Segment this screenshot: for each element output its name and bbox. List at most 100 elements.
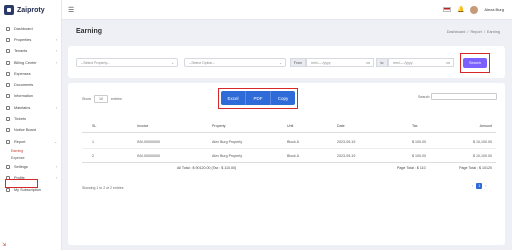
gear-icon [6,164,10,169]
search-button[interactable]: Search [463,58,487,68]
column-header-unit[interactable]: Unit [287,119,293,133]
cell-date: 2023-09-19 [337,154,356,158]
sidebar-item-label: Notice Board [14,128,36,133]
brand[interactable]: Zaiproty [0,0,61,20]
from-date-input[interactable]: mm/----/yyyy ▭ [306,58,374,67]
sidebar-item-label: Tickets [14,117,26,122]
chevron-down-icon: ⌄ [279,60,282,65]
page-total-amount: Page Total : $ 10120 [459,166,492,170]
billing-icon [6,60,10,65]
dashboard-icon [6,26,10,31]
entries-label: entries [111,97,122,101]
language-flag-icon[interactable] [442,7,451,12]
sidebar-item-report[interactable]: Report ⌄ [0,136,61,147]
calendar-icon[interactable]: ▭ [366,60,370,65]
notice-icon [6,128,10,133]
bell-icon[interactable]: 🔔 [457,6,464,13]
sidebar-item-label: Report [14,139,26,144]
sidebar-nav: Dashboard Properties › Tenants › Billing C… [0,20,61,195]
sidebar-item-information[interactable]: Information [0,91,61,102]
all-total: All Total : $ 90120.00 (Tax : $ 110.00) [177,166,237,170]
pagination-prev[interactable]: ‹ [472,184,473,188]
from-date-placeholder: mm/----/yyyy [311,60,331,65]
brand-name: Zaiproty [17,6,45,14]
cell-unit: Block A [287,140,299,144]
sidebar-item-documents[interactable]: Documents [0,79,61,90]
page-length-select[interactable]: 10 [94,95,108,103]
column-header-amount[interactable]: Amount [480,119,492,133]
column-header-sl[interactable]: SL [92,119,96,133]
sidebar-item-dashboard[interactable]: Dashboard [0,23,61,34]
sidebar-subitem-expense[interactable]: Expense [0,154,61,161]
sidebar-item-label: Documents [14,83,34,88]
pagination-next[interactable]: › [485,184,486,188]
user-name[interactable]: Alexa Burg [484,7,504,12]
sidebar-item-billing-center[interactable]: Billing Center › [0,57,61,68]
option-select-value: --Select Option-- [189,60,215,65]
pagination: ‹ 1 › [472,183,487,189]
sidebar-item-label: Properties [14,37,32,42]
info-icon [6,94,10,99]
sidebar-item-expenses[interactable]: Expenses [0,68,61,79]
sidebar-item-label: Billing Center [14,60,37,65]
breadcrumb-earning: Earning [486,30,500,34]
sidebar-item-label: My Subscription [14,187,42,192]
sidebar-item-tenants[interactable]: Tenants › [0,46,61,57]
column-header-invoice[interactable]: Invoice [137,119,148,133]
show-label: Show [82,97,91,101]
show-entries: Show 10 entries [82,95,122,103]
column-header-tax[interactable]: Tax [412,119,418,133]
cell-tax: $ 100.00 [412,154,426,158]
menu-toggle-icon[interactable]: ☰ [68,6,74,14]
sidebar-item-properties[interactable]: Properties › [0,34,61,45]
cell-sl: 2 [92,154,94,158]
cell-date: 2023-09-19 [337,140,356,144]
chevron-right-icon: › [55,105,57,110]
breadcrumb-report[interactable]: Report [470,30,481,34]
sidebar-subitem-label: Expense [11,155,25,160]
sidebar-subitem-earning[interactable]: Earning [0,147,61,154]
sidebar-item-label: Expenses [14,71,31,76]
cell-property: Alex Burg Property [212,140,243,144]
report-icon [6,139,10,144]
calendar-icon[interactable]: ▭ [446,60,450,65]
table-card: Excel PDF Copy Show 10 entries Search: S… [68,83,505,245]
sidebar-item-label: Information [14,94,33,99]
subscription-icon [6,187,10,192]
pagination-page-1[interactable]: 1 [476,183,483,189]
chevron-right-icon: › [55,176,57,181]
property-select[interactable]: --Select Property-- ⌄ [76,58,178,67]
option-select[interactable]: --Select Option-- ⌄ [184,58,286,67]
chevron-right-icon: › [55,60,57,65]
topbar-right: 🔔 Alexa Burg [442,5,504,14]
table-header: SL Invoice Property Unit Date Tax Amount [82,119,496,133]
from-label: From [290,58,306,67]
collapse-icon[interactable]: ⇲ [2,242,6,248]
breadcrumb-dashboard[interactable]: Dashboard [447,30,466,34]
excel-button[interactable]: Excel [221,91,246,105]
column-header-date[interactable]: Date [337,119,345,133]
sidebar-item-settings[interactable]: Settings › [0,161,61,172]
pdf-button[interactable]: PDF [246,91,271,105]
property-select-value: --Select Property-- [81,60,110,65]
chevron-right-icon: › [55,49,57,54]
sidebar-item-label: Maintains [14,105,31,110]
wrench-icon [6,105,10,110]
copy-button[interactable]: Copy [271,91,295,105]
sidebar-item-notice-board[interactable]: Notice Board [0,125,61,136]
document-icon [6,83,10,88]
sidebar-item-maintains[interactable]: Maintains › [0,102,61,113]
table-row: 1 INV-00000000 Alex Burg Property Block … [82,135,496,149]
chevron-right-icon: › [55,37,57,42]
avatar[interactable] [470,5,479,14]
expenses-icon [6,71,10,76]
cell-amount: $ 10,100.00 [473,154,492,158]
cell-invoice: INV-00000000 [137,140,160,144]
logo-icon [4,5,14,15]
table-search-input[interactable] [431,93,497,100]
to-date-input[interactable]: mm/----/yyyy ▭ [388,58,454,67]
highlight-box-earning [5,179,38,188]
sidebar-subitem-label: Earning [11,148,24,153]
column-header-property[interactable]: Property [212,119,226,133]
sidebar-item-tickets[interactable]: Tickets [0,113,61,124]
